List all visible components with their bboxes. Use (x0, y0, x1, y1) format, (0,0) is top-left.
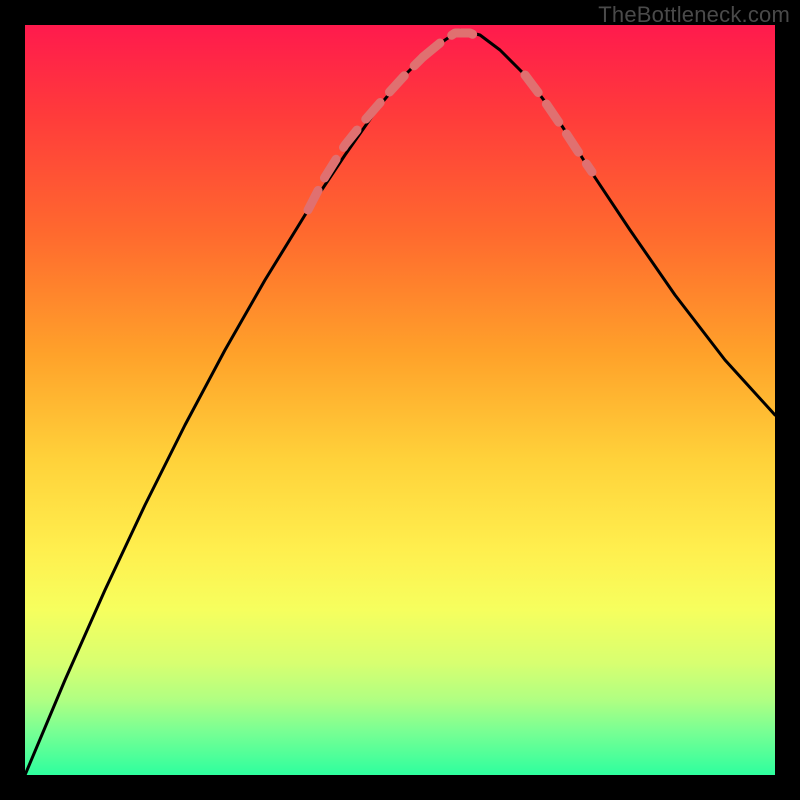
series-bottleneck-curve-right (460, 30, 775, 415)
plot-area (25, 25, 775, 775)
series-bottleneck-curve-left (25, 30, 460, 775)
watermark-text: TheBottleneck.com (598, 2, 790, 28)
series-group (25, 30, 775, 775)
chart-frame: TheBottleneck.com (0, 0, 800, 800)
curve-svg (25, 25, 775, 775)
series-highlight-dash-bottom (423, 33, 485, 57)
